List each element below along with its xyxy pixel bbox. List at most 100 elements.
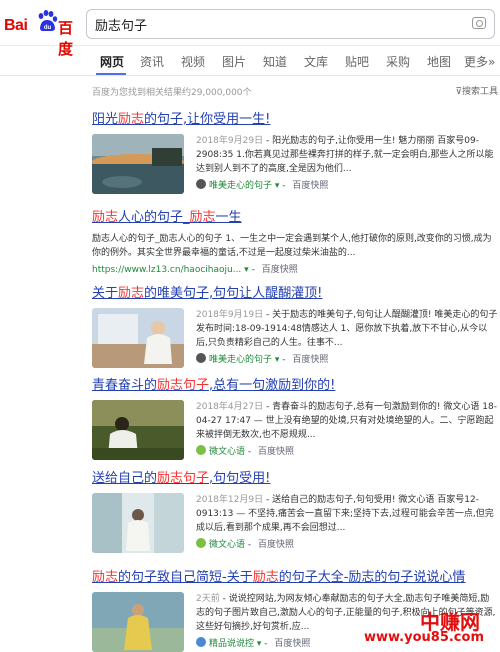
tab-wenku[interactable]: 文库 <box>304 53 328 70</box>
result-title-link[interactable]: 送给自己的励志句子,句句受用! <box>92 467 498 486</box>
result-count: 百度为您找到相关结果约29,000,000个 <box>92 88 252 98</box>
result-date: 2018年9月19日 <box>196 310 264 320</box>
title-highlight: 励志 <box>118 112 145 127</box>
result-title-link[interactable]: 关于励志的唯美句子,句句让人醍醐灌顶! <box>92 282 498 301</box>
title-highlight: 励志 <box>118 286 145 301</box>
search-result: 关于励志的唯美句子,句句让人醍醐灌顶! 2018年9月19日 - 关于励志的唯美… <box>92 282 498 388</box>
result-source[interactable]: 唯美走心的句子 <box>209 181 272 191</box>
title-highlight: 励志 <box>189 210 216 225</box>
result-thumbnail[interactable] <box>92 134 184 194</box>
result-source[interactable]: 微文心语 <box>209 540 245 550</box>
result-title-link[interactable]: 青春奋斗的励志句子,总有一句激励到你的! <box>92 374 498 393</box>
title-text: 一生 <box>215 210 242 225</box>
title-text: ,总有一句激励到你的! <box>209 378 336 393</box>
search-box <box>86 9 495 39</box>
search-result: 阳光励志的句子,让你受用一生! 2018年9月29日 - 阳光励志的句子,让你受… <box>92 108 498 214</box>
cache-link[interactable]: 百度快照 <box>262 265 298 275</box>
result-source-line: 唯美走心的句子 ▾ - 百度快照 <box>196 352 498 365</box>
title-text: 关于 <box>92 286 119 301</box>
result-body: 2018年9月29日 - 阳光励志的句子,让你受用一生! 魅力丽丽 百家号09-… <box>92 134 498 214</box>
title-text: ,句句受用! <box>209 471 271 486</box>
search-tools-button[interactable]: ⊽搜索工具 <box>455 84 498 97</box>
search-tools-label: 搜索工具 <box>461 87 498 97</box>
cache-link[interactable]: 百度快照 <box>292 181 328 191</box>
result-description: 励志人心的句子_励志人心的句子 1、一生之中一定会遇到某个人,他打破你的原则,改… <box>92 234 492 258</box>
top-bar: Bai du 百度 <box>0 0 500 58</box>
chevron-down-icon[interactable]: ▾ <box>244 265 249 275</box>
result-title-link[interactable]: 励志人心的句子_励志一生 <box>92 206 498 225</box>
source-avatar-icon <box>196 353 206 363</box>
chevron-down-icon[interactable]: ▾ <box>275 181 280 191</box>
tab-tieba[interactable]: 贴吧 <box>345 53 369 70</box>
result-snippet: 励志人心的句子_励志人心的句子 1、一生之中一定会遇到某个人,他打破你的原则,改… <box>92 232 498 275</box>
result-snippet: 2018年12月9日 - 送给自己的励志句子,句句受用! 微文心语 百家号12-… <box>196 493 498 550</box>
result-body: 2018年12月9日 - 送给自己的励志句子,句句受用! 微文心语 百家号12-… <box>92 493 498 573</box>
source-avatar-icon <box>196 179 206 189</box>
result-source-line: 微文心语 - 百度快照 <box>196 537 498 550</box>
search-result: 送给自己的励志句子,句句受用! 2018年12月9日 - 送给自己的励志句子,句… <box>92 467 498 573</box>
tab-map[interactable]: 地图 <box>427 53 451 70</box>
cache-link[interactable]: 百度快照 <box>274 639 310 649</box>
tab-images[interactable]: 图片 <box>222 53 246 70</box>
result-body: 励志人心的句子_励志人心的句子 1、一生之中一定会遇到某个人,他打破你的原则,改… <box>92 232 498 278</box>
baidu-logo[interactable]: Bai du 百度 <box>4 8 82 58</box>
result-snippet: 2018年9月29日 - 阳光励志的句子,让你受用一生! 魅力丽丽 百家号09-… <box>196 134 498 191</box>
result-source-line: 唯美走心的句子 ▾ - 百度快照 <box>196 178 498 191</box>
title-text: 的句子,让你受用一生! <box>144 112 271 127</box>
logo-text-left: Bai <box>4 17 28 34</box>
result-thumbnail[interactable] <box>92 400 184 460</box>
title-highlight: 励志 <box>252 570 279 585</box>
tab-news[interactable]: 资讯 <box>140 53 164 70</box>
result-date: 2018年12月9日 <box>196 495 264 505</box>
tab-more[interactable]: 更多» <box>464 53 495 70</box>
leaf-icon <box>196 538 206 548</box>
result-source-line: https://www.lz13.cn/haocihaoju... ▾ - 百度… <box>92 265 298 275</box>
funnel-icon: ⊽ <box>455 87 462 97</box>
result-title-link[interactable]: 励志的句子致自己简短-关于励志的句子大全-励志的句子说说心情 <box>92 566 498 585</box>
watermark-url: www.you85.com <box>363 630 484 645</box>
title-text: 的唯美句子,句句让人醍醐灌顶! <box>144 286 323 301</box>
cache-link[interactable]: 百度快照 <box>258 447 294 457</box>
cache-link[interactable]: 百度快照 <box>292 355 328 365</box>
result-date: 2018年4月27日 <box>196 402 264 412</box>
sparkle-icon <box>196 637 206 647</box>
result-thumbnail[interactable] <box>92 493 184 553</box>
result-source[interactable]: 微文心语 <box>209 447 245 457</box>
logo-paw-text: du <box>44 25 52 31</box>
result-date: 2天前 <box>196 594 220 604</box>
camera-icon[interactable] <box>472 17 486 29</box>
title-highlight: 励志 <box>92 570 119 585</box>
tab-video[interactable]: 视频 <box>181 53 205 70</box>
paw-icon: du <box>38 10 58 31</box>
tab-zhidao[interactable]: 知道 <box>263 53 287 70</box>
title-highlight: 励志句子 <box>157 378 210 393</box>
result-snippet: 2018年9月19日 - 关于励志的唯美句子,句句让人醍醐灌顶! 唯美走心的句子… <box>196 308 498 365</box>
active-tab-indicator <box>96 73 126 75</box>
search-result: 励志人心的句子_励志一生 励志人心的句子_励志人心的句子 1、一生之中一定会遇到… <box>92 206 498 278</box>
result-thumbnail[interactable] <box>92 308 184 368</box>
watermark-logo: 中赚网 www.you85.com <box>364 606 490 646</box>
tab-purchase[interactable]: 采购 <box>386 53 410 70</box>
title-text: 青春奋斗的 <box>92 378 158 393</box>
title-highlight: 励志 <box>92 210 119 225</box>
result-source[interactable]: 唯美走心的句子 <box>209 355 272 365</box>
title-text: 的句子致自己简短-关于 <box>118 570 253 585</box>
tab-bar: 网页 资讯 视频 图片 知道 文库 贴吧 采购 地图 更多» <box>0 46 500 76</box>
result-thumbnail[interactable] <box>92 592 184 652</box>
cache-link[interactable]: 百度快照 <box>258 540 294 550</box>
result-source-line: 微文心语 - 百度快照 <box>196 444 498 457</box>
result-title-link[interactable]: 阳光励志的句子,让你受用一生! <box>92 108 498 127</box>
search-results-page: Bai du 百度 网页 资讯 视频 图片 知道 文库 贴吧 采购 地图 更多» <box>0 0 500 652</box>
result-source[interactable]: 精品说说控 <box>209 639 254 649</box>
result-date: 2018年9月29日 <box>196 136 264 146</box>
leaf-icon <box>196 445 206 455</box>
title-text: 人心的句子_ <box>118 210 190 225</box>
search-result: 青春奋斗的励志句子,总有一句激励到你的! 2018年4月27日 - 青春奋斗的励… <box>92 374 498 480</box>
search-input[interactable] <box>95 15 455 33</box>
chevron-down-icon[interactable]: ▾ <box>275 355 280 365</box>
chevron-down-icon[interactable]: ▾ <box>257 639 262 649</box>
tab-web[interactable]: 网页 <box>100 53 124 70</box>
title-highlight: 励志句子 <box>157 471 210 486</box>
result-url[interactable]: https://www.lz13.cn/haocihaoju... <box>92 265 241 275</box>
result-snippet: 2018年4月27日 - 青春奋斗的励志句子,总有一句激励到你的! 微文心语 1… <box>196 400 498 457</box>
